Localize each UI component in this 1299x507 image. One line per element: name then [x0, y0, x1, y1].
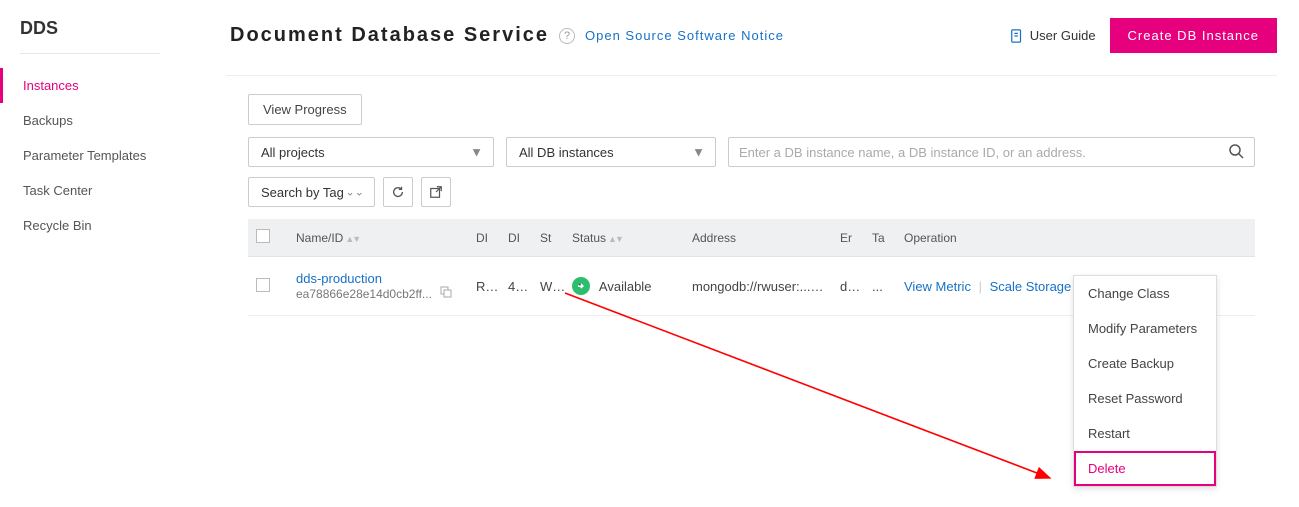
header-right: User Guide Create DB Instance — [1010, 18, 1277, 53]
project-select-value: All projects — [261, 145, 325, 160]
col-enterprise: Er — [832, 219, 864, 257]
col-address: Address — [684, 219, 832, 257]
search-by-tag-label: Search by Tag — [261, 185, 344, 200]
dropdown-delete[interactable]: Delete — [1074, 451, 1216, 486]
refresh-button[interactable] — [383, 177, 413, 207]
cell-enterprise: defa — [832, 257, 864, 316]
create-db-instance-button[interactable]: Create DB Instance — [1110, 18, 1277, 53]
help-icon[interactable]: ? — [559, 28, 575, 44]
sidebar-item-task-center[interactable]: Task Center — [0, 173, 210, 208]
search-box[interactable] — [728, 137, 1255, 167]
instance-id: ea78866e28e14d0cb2ff... — [296, 287, 432, 301]
search-input[interactable] — [739, 145, 1228, 160]
more-actions-dropdown: Change Class Modify Parameters Create Ba… — [1073, 275, 1217, 487]
sidebar-item-parameter-templates[interactable]: Parameter Templates — [0, 138, 210, 173]
view-metric-link[interactable]: View Metric — [904, 279, 971, 294]
dropdown-restart[interactable]: Restart — [1074, 416, 1216, 451]
cell-name-id: dds-production ea78866e28e14d0cb2ff... — [288, 257, 468, 316]
instance-type-value: All DB instances — [519, 145, 614, 160]
col-db-type: DI — [468, 219, 500, 257]
dropdown-change-class[interactable]: Change Class — [1074, 276, 1216, 311]
filter-row-2: Search by Tag ⌄⌄ — [248, 177, 1255, 207]
col-checkbox — [248, 219, 288, 257]
copy-icon[interactable] — [440, 286, 452, 301]
status-ok-icon — [572, 277, 590, 295]
cell-db-version: 4.0 — [500, 257, 532, 316]
col-db-version: DI — [500, 219, 532, 257]
main: Document Database Service ? Open Source … — [230, 0, 1299, 316]
oss-notice-link[interactable]: Open Source Software Notice — [585, 28, 784, 43]
cell-db-type: Rep — [468, 257, 500, 316]
double-chevron-down-icon: ⌄⌄ — [345, 186, 363, 199]
col-status[interactable]: Status▲▼ — [564, 219, 684, 257]
sidebar-item-instances[interactable]: Instances — [0, 68, 210, 103]
dropdown-create-backup[interactable]: Create Backup — [1074, 346, 1216, 381]
filter-row: All projects ▼ All DB instances ▼ — [248, 137, 1255, 167]
caret-down-icon: ▼ — [470, 145, 483, 160]
cell-storage: Wir — [532, 257, 564, 316]
instance-type-select[interactable]: All DB instances ▼ — [506, 137, 716, 167]
col-tags: Ta — [864, 219, 896, 257]
sidebar-title: DDS — [20, 18, 160, 54]
search-by-tag-select[interactable]: Search by Tag ⌄⌄ — [248, 177, 375, 207]
table-header-row: Name/ID▲▼ DI DI St Status▲▼ Address Er T… — [248, 219, 1255, 257]
search-icon[interactable] — [1228, 143, 1244, 162]
select-all-checkbox[interactable] — [256, 229, 270, 243]
col-storage: St — [532, 219, 564, 257]
user-guide-link[interactable]: User Guide — [1010, 28, 1096, 43]
annotation-arrow — [560, 288, 1080, 498]
page-title: Document Database Service — [230, 24, 549, 47]
sidebar-nav: Instances Backups Parameter Templates Ta… — [20, 68, 210, 243]
cell-tags: ... — [864, 257, 896, 316]
instance-name-link[interactable]: dds-production — [296, 271, 460, 286]
col-name-id[interactable]: Name/ID▲▼ — [288, 219, 468, 257]
sort-icon: ▲▼ — [608, 234, 622, 244]
page-header: Document Database Service ? Open Source … — [230, 18, 1277, 53]
sidebar-item-backups[interactable]: Backups — [0, 103, 210, 138]
document-icon — [1010, 29, 1024, 43]
sidebar-item-recycle-bin[interactable]: Recycle Bin — [0, 208, 210, 243]
caret-down-icon: ▼ — [692, 145, 705, 160]
cell-address: mongodb://rwuser:... — [684, 257, 832, 316]
sidebar: DDS Instances Backups Parameter Template… — [0, 0, 210, 507]
export-icon — [429, 185, 443, 199]
row-checkbox[interactable] — [256, 278, 270, 292]
col-operation: Operation — [896, 219, 1255, 257]
export-button[interactable] — [421, 177, 451, 207]
cell-status: Available — [564, 257, 684, 316]
project-select[interactable]: All projects ▼ — [248, 137, 494, 167]
dropdown-modify-parameters[interactable]: Modify Parameters — [1074, 311, 1216, 346]
refresh-icon — [391, 185, 405, 199]
user-guide-label: User Guide — [1030, 28, 1096, 43]
sort-icon: ▲▼ — [345, 234, 359, 244]
status-text: Available — [599, 279, 652, 294]
view-progress-button[interactable]: View Progress — [248, 94, 362, 125]
dropdown-reset-password[interactable]: Reset Password — [1074, 381, 1216, 416]
